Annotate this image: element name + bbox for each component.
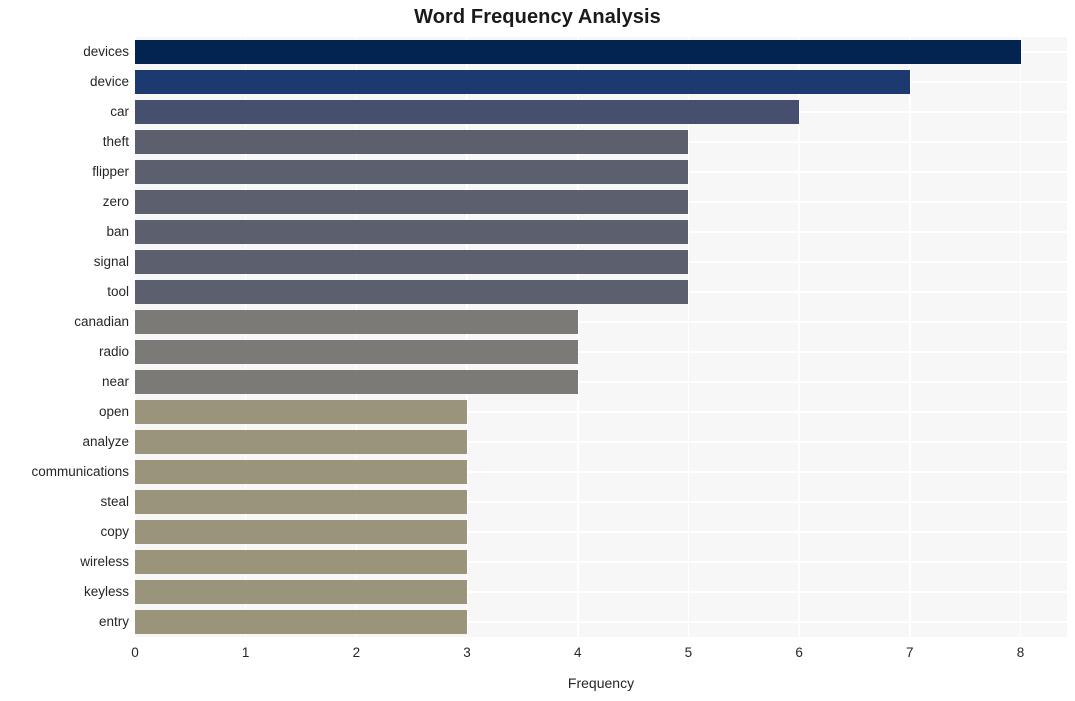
gridline-vertical (687, 37, 690, 637)
y-tick-label-wireless: wireless (80, 554, 129, 569)
y-tick-label-devices: devices (83, 44, 129, 59)
x-tick-label-3: 3 (463, 645, 471, 660)
y-tick-label-steal: steal (100, 494, 129, 509)
bar-open (135, 400, 468, 424)
gridline-vertical (1019, 37, 1022, 637)
x-axis-label: Frequency (567, 675, 635, 691)
gridline-vertical (576, 37, 579, 637)
y-tick-label-copy: copy (100, 524, 129, 539)
gridline-vertical (134, 37, 136, 637)
gridline-vertical (909, 37, 911, 637)
bar-steal (135, 490, 468, 514)
x-tick-label-6: 6 (795, 645, 803, 660)
y-tick-label-radio: radio (98, 344, 129, 359)
bar-ban (135, 220, 689, 244)
bar-signal (135, 250, 689, 274)
bar-theft (135, 130, 689, 154)
bar-radio (135, 340, 578, 364)
bar-device (135, 70, 910, 94)
bar-wireless (135, 550, 468, 574)
y-tick-label-signal: signal (93, 254, 129, 269)
y-tick-label-near: near (101, 374, 129, 389)
chart-title: Word Frequency Analysis (414, 6, 661, 28)
gridline-vertical (355, 37, 358, 637)
bar-near (135, 370, 578, 394)
gridline-vertical (466, 37, 468, 637)
bar-zero (135, 190, 689, 214)
x-tick-label-7: 7 (906, 645, 914, 660)
y-tick-label-zero: zero (102, 194, 129, 209)
y-tick-label-open: open (98, 404, 129, 419)
x-tick-label-0: 0 (131, 645, 139, 660)
y-tick-label-theft: theft (102, 134, 129, 149)
bar-tool (135, 280, 689, 304)
word-frequency-chart-figure: Word Frequency Analysis devices device car… (0, 0, 1075, 701)
bar-flipper (135, 160, 689, 184)
y-tick-label-car: car (110, 104, 129, 119)
x-tick-label-4: 4 (573, 645, 582, 660)
y-tick-label-entry: entry (98, 614, 129, 629)
y-tick-label-canadian: canadian (74, 314, 129, 329)
y-tick-label-device: device (89, 74, 129, 89)
bar-car (135, 100, 800, 124)
x-tick-label-5: 5 (684, 645, 693, 660)
bar-entry (135, 610, 468, 634)
gridline-vertical (244, 37, 247, 637)
y-axis-tick-labels: devices device car theft flipper zero ban signa… (0, 37, 129, 637)
bar-canadian (135, 310, 578, 334)
gridline-vertical (798, 37, 800, 637)
y-tick-label-tool: tool (107, 284, 129, 299)
y-tick-label-flipper: flipper (92, 164, 129, 179)
y-tick-label-ban: ban (106, 224, 129, 239)
y-tick-label-keyless: keyless (83, 584, 129, 599)
x-tick-label-2: 2 (352, 645, 361, 660)
bar-communications (135, 460, 468, 484)
x-tick-label-1: 1 (241, 645, 250, 660)
x-axis-tick-labels: 0 1 2 3 4 5 6 7 8 (0, 637, 1075, 667)
bar-copy (135, 520, 468, 544)
y-tick-label-analyze: analyze (82, 434, 129, 449)
y-tick-label-communications: communications (31, 464, 129, 479)
bar-devices (135, 40, 1021, 64)
x-tick-label-8: 8 (1016, 645, 1025, 660)
bar-analyze (135, 430, 468, 454)
plot-area (134, 37, 1067, 637)
bar-keyless (135, 580, 468, 604)
